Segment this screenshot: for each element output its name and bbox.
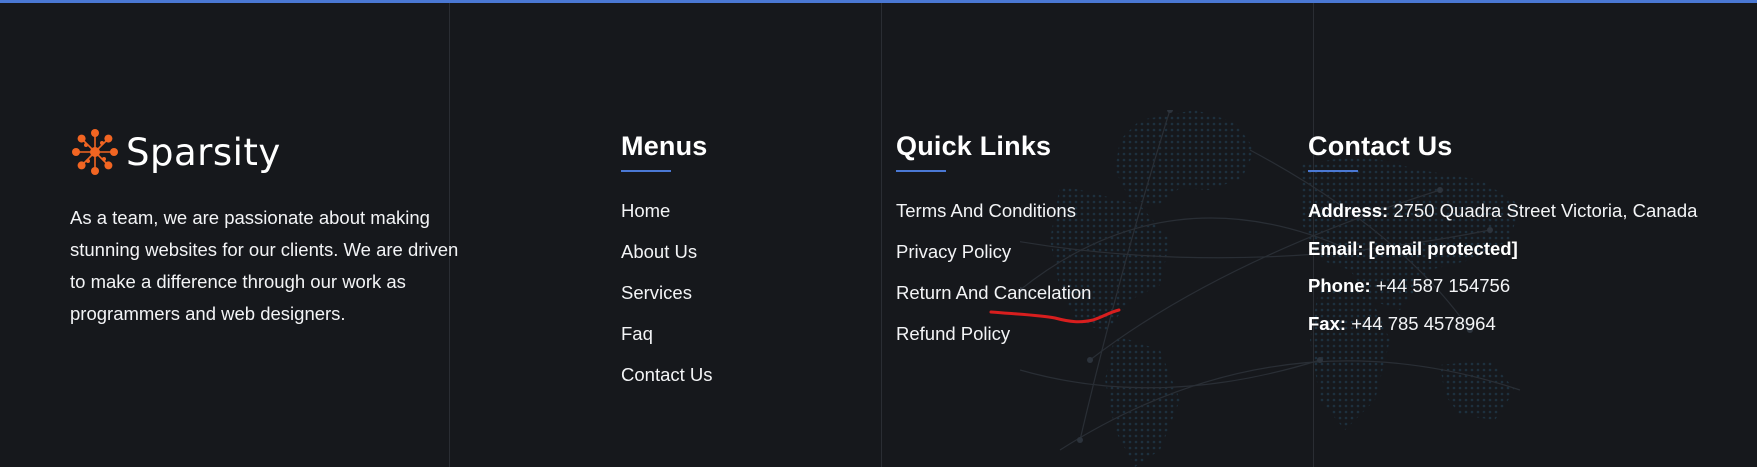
contact-address: Address: 2750 Quadra Street Victoria, Ca… [1308,200,1697,238]
footer-contact-section: Contact Us Address: 2750 Quadra Street V… [1308,133,1697,350]
menus-heading: Menus [621,131,708,161]
email-label: Email: [1308,237,1364,259]
heading-underline [1308,170,1358,172]
phone-label: Phone: [1308,275,1371,296]
menu-link-faq[interactable]: Faq [621,323,713,364]
footer-menus-section: Menus Home About Us Services Faq Contact… [621,133,713,405]
quick-links-heading: Quick Links [896,131,1052,161]
fax-value: +44 785 4578964 [1351,312,1496,334]
logo[interactable]: Sparsity [70,126,470,178]
menu-link-about-us[interactable]: About Us [621,241,713,282]
quick-link-terms[interactable]: Terms And Conditions [896,200,1091,241]
contact-email: Email: [email protected] [1308,238,1697,276]
brand-name: Sparsity [126,130,281,174]
column-divider [881,3,882,467]
contact-heading: Contact Us [1308,131,1453,161]
heading-underline [621,170,671,172]
brand-description: As a team, we are passionate about makin… [70,207,459,324]
contact-fax: Fax: +44 785 4578964 [1308,313,1697,351]
contact-details: Address: 2750 Quadra Street Victoria, Ca… [1308,200,1697,350]
sparsity-starburst-icon [72,129,118,175]
quick-link-privacy-policy[interactable]: Privacy Policy [896,241,1091,282]
red-annotation-underline [989,308,1121,324]
menu-link-contact-us[interactable]: Contact Us [621,364,713,405]
menu-link-home[interactable]: Home [621,200,713,241]
top-accent-border [0,0,1757,3]
menus-list: Home About Us Services Faq Contact Us [621,200,713,405]
menu-link-services[interactable]: Services [621,282,713,323]
address-label: Address: [1308,200,1389,221]
fax-label: Fax: [1308,312,1347,334]
address-value: 2750 Quadra Street Victoria, Canada [1393,200,1698,221]
email-value[interactable]: [email protected] [1369,238,1518,259]
phone-value[interactable]: +44 587 154756 [1376,275,1510,296]
heading-underline [896,170,946,172]
footer-brand-section: Sparsity As a team, we are passionate ab… [70,126,470,349]
quick-links-list: Terms And Conditions Privacy Policy Retu… [896,200,1091,364]
contact-phone: Phone: +44 587 154756 [1308,275,1697,313]
